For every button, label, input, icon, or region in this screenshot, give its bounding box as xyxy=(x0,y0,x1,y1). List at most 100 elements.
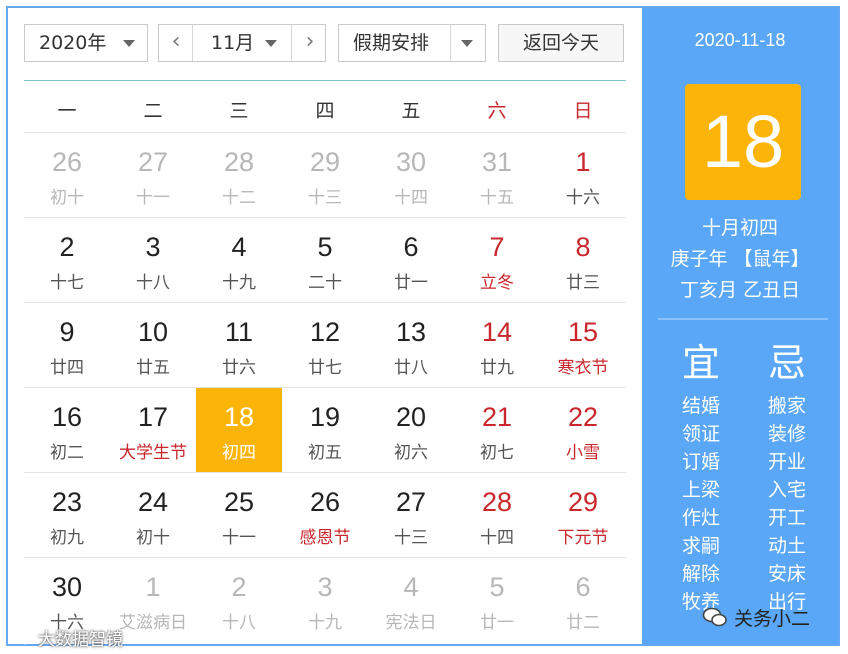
divider xyxy=(192,25,193,61)
ganzhi-month-day: 丁亥月 乙丑日 xyxy=(679,279,801,301)
ji-item: 装修 xyxy=(767,423,806,445)
day-cell[interactable]: 9 廿四 xyxy=(24,303,110,387)
lunar-label: 十九 xyxy=(308,613,342,633)
lunar-label: 立冬 xyxy=(480,273,514,293)
yi-item: 结婚 xyxy=(681,395,720,417)
day-number: 18 xyxy=(223,402,255,432)
day-number: 2 xyxy=(231,572,247,602)
lunar-label: 初四 xyxy=(222,443,256,463)
day-number: 15 xyxy=(567,317,599,347)
week-row: 16 初二 17 大学生节 18 初四 19 初五 20 初六 21 初七 22 小雪 xyxy=(24,387,626,472)
day-cell[interactable]: 23 初九 xyxy=(24,473,110,557)
day-cell[interactable]: 2 十七 xyxy=(24,218,110,302)
yi-item: 作灶 xyxy=(681,507,720,529)
day-cell[interactable]: 28 十四 xyxy=(454,473,540,557)
lunar-label: 寒衣节 xyxy=(557,358,609,378)
day-number: 26 xyxy=(309,487,341,517)
day-cell[interactable]: 6 廿一 xyxy=(368,218,454,302)
weekday-label: 五 xyxy=(401,100,421,122)
day-cell[interactable]: 26 初十 xyxy=(24,133,110,217)
day-cell[interactable]: 11 廿六 xyxy=(196,303,282,387)
lunar-label: 初十 xyxy=(50,188,84,208)
day-cell[interactable]: 1 十六 xyxy=(540,133,626,217)
week-row: 9 廿四 10 廿五 11 廿六 12 廿七 13 廿八 14 廿九 15 寒衣节 xyxy=(24,302,626,387)
lunar-label: 初十 xyxy=(136,528,170,548)
chevron-down-icon[interactable] xyxy=(265,40,277,47)
lunar-label: 初九 xyxy=(50,528,84,548)
day-cell-today[interactable]: 18 初四 xyxy=(196,388,282,472)
day-number: 23 xyxy=(51,487,83,517)
day-cell[interactable]: 24 初十 xyxy=(110,473,196,557)
day-cell[interactable]: 29 下元节 xyxy=(540,473,626,557)
day-cell[interactable]: 5 廿一 xyxy=(454,558,540,642)
day-number: 29 xyxy=(309,147,341,177)
day-number: 4 xyxy=(231,232,247,262)
lunar-label: 十九 xyxy=(222,273,256,293)
lunar-label: 初七 xyxy=(480,443,514,463)
day-cell[interactable]: 14 廿九 xyxy=(454,303,540,387)
day-number: 7 xyxy=(489,232,505,262)
day-cell[interactable]: 7 立冬 xyxy=(454,218,540,302)
lunar-label: 十四 xyxy=(394,188,428,208)
day-number: 20 xyxy=(395,402,427,432)
lunar-label: 廿五 xyxy=(136,358,170,378)
day-cell[interactable]: 29 十三 xyxy=(282,133,368,217)
weekday-label: 二 xyxy=(143,100,163,122)
month-select-value[interactable]: 11月 xyxy=(211,25,254,61)
day-cell[interactable]: 16 初二 xyxy=(24,388,110,472)
day-number: 27 xyxy=(395,487,427,517)
day-cell[interactable]: 8 廿三 xyxy=(540,218,626,302)
lunar-label: 廿九 xyxy=(480,358,514,378)
day-cell[interactable]: 2 十八 xyxy=(196,558,282,642)
day-cell[interactable]: 6 廿二 xyxy=(540,558,626,642)
prev-month-button[interactable]: ‹ xyxy=(161,25,191,61)
day-cell[interactable]: 21 初七 xyxy=(454,388,540,472)
yi-item: 求嗣 xyxy=(681,535,720,557)
next-month-button[interactable]: › xyxy=(295,25,325,61)
day-cell[interactable]: 28 十二 xyxy=(196,133,282,217)
day-cell[interactable]: 30 十四 xyxy=(368,133,454,217)
week-row: 26 初十 27 十一 28 十二 29 十三 30 十四 31 十五 1 十六 xyxy=(24,132,626,217)
lunar-label: 初二 xyxy=(50,443,84,463)
day-number: 24 xyxy=(137,487,169,517)
day-cell[interactable]: 27 十三 xyxy=(368,473,454,557)
day-number: 5 xyxy=(317,232,333,262)
day-cell[interactable]: 3 十九 xyxy=(282,558,368,642)
day-number: 6 xyxy=(575,572,591,602)
lunar-label: 十一 xyxy=(136,188,170,208)
yi-item: 订婚 xyxy=(681,451,720,473)
day-cell[interactable]: 25 十一 xyxy=(196,473,282,557)
calendar-widget: 2020年 ‹ 11月 › 假期安排 返回今天 一二三四五六日 26 初十 27 十一… xyxy=(6,6,840,646)
day-cell[interactable]: 3 十八 xyxy=(110,218,196,302)
day-cell[interactable]: 22 小雪 xyxy=(540,388,626,472)
day-number: 28 xyxy=(481,487,513,517)
day-cell[interactable]: 27 十一 xyxy=(110,133,196,217)
weekday-label: 日 xyxy=(573,100,593,122)
weekday-header: 一二三四五六日 xyxy=(24,88,626,134)
wechat-icon xyxy=(8,625,33,645)
lunar-date: 十月初四 xyxy=(701,217,778,239)
day-cell[interactable]: 31 十五 xyxy=(454,133,540,217)
lunar-label: 廿三 xyxy=(566,273,600,293)
year-select[interactable]: 2020年 xyxy=(24,24,148,62)
day-cell[interactable]: 4 十九 xyxy=(196,218,282,302)
day-cell[interactable]: 10 廿五 xyxy=(110,303,196,387)
ji-title: 忌 xyxy=(767,341,806,385)
week-row: 2 十七 3 十八 4 十九 5 二十 6 廿一 7 立冬 8 廿三 xyxy=(24,217,626,302)
day-number: 30 xyxy=(51,572,83,602)
lunar-label: 廿二 xyxy=(566,613,600,633)
day-cell[interactable]: 20 初六 xyxy=(368,388,454,472)
holiday-select[interactable]: 假期安排 xyxy=(338,24,486,62)
day-cell[interactable]: 15 寒衣节 xyxy=(540,303,626,387)
day-cell[interactable]: 4 宪法日 xyxy=(368,558,454,642)
back-to-today-button[interactable]: 返回今天 xyxy=(498,24,624,62)
day-cell[interactable]: 26 感恩节 xyxy=(282,473,368,557)
day-cell[interactable]: 13 廿八 xyxy=(368,303,454,387)
header-divider xyxy=(24,80,626,81)
day-cell[interactable]: 17 大学生节 xyxy=(110,388,196,472)
lunar-label: 廿一 xyxy=(480,613,514,633)
year-select-value: 2020年 xyxy=(39,32,107,54)
day-cell[interactable]: 12 廿七 xyxy=(282,303,368,387)
day-cell[interactable]: 5 二十 xyxy=(282,218,368,302)
day-cell[interactable]: 19 初五 xyxy=(282,388,368,472)
